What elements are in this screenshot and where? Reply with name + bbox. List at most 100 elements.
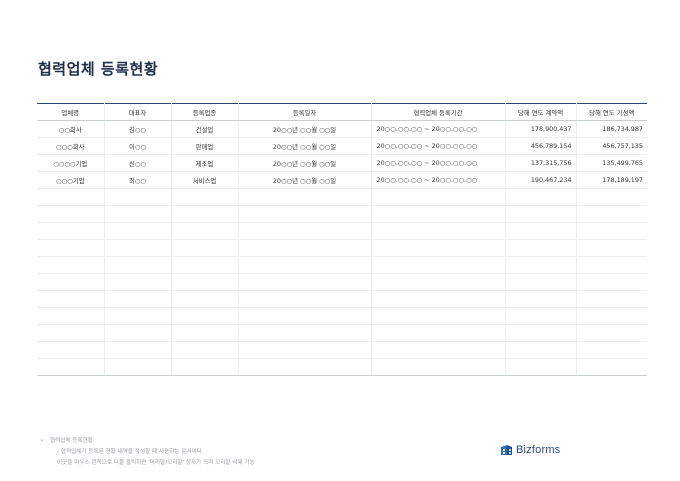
- cell-representative[interactable]: [103, 256, 171, 274]
- cell-company-name[interactable]: [37, 205, 104, 223]
- cell-registration-period[interactable]: [370, 256, 505, 274]
- cell-completed-amount[interactable]: [575, 222, 647, 240]
- cell-completed-amount[interactable]: [575, 205, 647, 223]
- cell-contract-amount[interactable]: 178,900,437: [504, 120, 576, 138]
- cell-representative[interactable]: [103, 239, 171, 257]
- cell-representative[interactable]: 김○○: [103, 120, 171, 138]
- cell-registration-period[interactable]: [370, 273, 505, 291]
- cell-registration-period[interactable]: [370, 307, 505, 325]
- cell-contract-amount[interactable]: [504, 205, 576, 223]
- cell-company-name[interactable]: [37, 307, 104, 325]
- cell-contract-amount[interactable]: 137,315,756: [504, 154, 576, 172]
- cell-registration-period[interactable]: [370, 290, 505, 308]
- cell-company-name[interactable]: [37, 324, 104, 342]
- cell-business-type[interactable]: [170, 290, 238, 308]
- cell-contract-amount[interactable]: [504, 358, 576, 376]
- cell-contract-amount[interactable]: [504, 273, 576, 291]
- cell-business-type[interactable]: [170, 205, 238, 223]
- cell-contract-amount[interactable]: [504, 256, 576, 274]
- cell-company-name[interactable]: ○○○○기업: [37, 154, 104, 172]
- cell-representative[interactable]: [103, 188, 171, 206]
- cell-business-type[interactable]: [170, 341, 238, 359]
- cell-registration-date[interactable]: [237, 256, 371, 274]
- cell-completed-amount[interactable]: [575, 188, 647, 206]
- cell-registration-date[interactable]: [237, 205, 371, 223]
- cell-company-name[interactable]: [37, 273, 104, 291]
- cell-completed-amount[interactable]: [575, 324, 647, 342]
- cell-completed-amount[interactable]: [575, 290, 647, 308]
- cell-representative[interactable]: [103, 341, 171, 359]
- cell-registration-date[interactable]: 20○○년 ○○월 ○○일: [237, 154, 371, 172]
- cell-registration-date[interactable]: 20○○년 ○○월 ○○일: [237, 171, 371, 189]
- cell-contract-amount[interactable]: [504, 239, 576, 257]
- cell-contract-amount[interactable]: [504, 324, 576, 342]
- cell-company-name[interactable]: [37, 188, 104, 206]
- cell-contract-amount[interactable]: [504, 290, 576, 308]
- cell-representative[interactable]: [103, 205, 171, 223]
- cell-completed-amount[interactable]: 186,734,987: [575, 120, 647, 138]
- cell-completed-amount[interactable]: [575, 256, 647, 274]
- cell-business-type[interactable]: [170, 324, 238, 342]
- cell-business-type[interactable]: 건설업: [170, 120, 238, 138]
- cell-company-name[interactable]: ○○○기업: [37, 171, 104, 189]
- note-line-2[interactable]: 이곳을 마우스 왼쪽으로 더블 클릭하면 '머리말/꼬리말' 상자가 뜨며 꼬리…: [40, 458, 255, 469]
- cell-registration-date[interactable]: [237, 188, 371, 206]
- cell-representative[interactable]: [103, 307, 171, 325]
- cell-representative[interactable]: 신○○: [103, 154, 171, 172]
- cell-representative[interactable]: [103, 324, 171, 342]
- cell-company-name[interactable]: [37, 222, 104, 240]
- cell-completed-amount[interactable]: [575, 341, 647, 359]
- cell-representative[interactable]: 최○○: [103, 171, 171, 189]
- cell-representative[interactable]: 이○○: [103, 137, 171, 155]
- cell-business-type[interactable]: [170, 256, 238, 274]
- cell-registration-period[interactable]: [370, 358, 505, 376]
- cell-completed-amount[interactable]: 135,499,765: [575, 154, 647, 172]
- cell-company-name[interactable]: [37, 256, 104, 274]
- cell-business-type[interactable]: [170, 239, 238, 257]
- cell-representative[interactable]: [103, 222, 171, 240]
- cell-registration-period[interactable]: 20○○.○○.○○ ~ 20○○.○○.○○: [370, 154, 505, 172]
- cell-registration-period[interactable]: 20○○.○○.○○ ~ 20○○.○○.○○: [370, 171, 505, 189]
- cell-business-type[interactable]: [170, 358, 238, 376]
- cell-registration-period[interactable]: [370, 222, 505, 240]
- cell-registration-period[interactable]: [370, 324, 505, 342]
- cell-completed-amount[interactable]: [575, 239, 647, 257]
- cell-registration-period[interactable]: [370, 239, 505, 257]
- cell-company-name[interactable]: ○○회사: [37, 120, 104, 138]
- cell-registration-date[interactable]: [237, 239, 371, 257]
- cell-registration-period[interactable]: [370, 188, 505, 206]
- cell-company-name[interactable]: [37, 358, 104, 376]
- cell-registration-date[interactable]: [237, 341, 371, 359]
- cell-business-type[interactable]: [170, 307, 238, 325]
- cell-registration-date[interactable]: 20○○년 ○○월 ○○일: [237, 120, 371, 138]
- cell-business-type[interactable]: 서비스업: [170, 171, 238, 189]
- cell-representative[interactable]: [103, 358, 171, 376]
- cell-registration-period[interactable]: [370, 205, 505, 223]
- cell-contract-amount[interactable]: 190,467,234: [504, 171, 576, 189]
- cell-registration-period[interactable]: [370, 341, 505, 359]
- cell-registration-date[interactable]: [237, 358, 371, 376]
- cell-contract-amount[interactable]: [504, 222, 576, 240]
- cell-contract-amount[interactable]: [504, 188, 576, 206]
- cell-completed-amount[interactable]: 456,757,135: [575, 137, 647, 155]
- cell-registration-date[interactable]: [237, 307, 371, 325]
- cell-business-type[interactable]: 제조업: [170, 154, 238, 172]
- cell-completed-amount[interactable]: [575, 358, 647, 376]
- cell-business-type[interactable]: [170, 222, 238, 240]
- cell-business-type[interactable]: [170, 273, 238, 291]
- cell-completed-amount[interactable]: 178,189,197: [575, 171, 647, 189]
- cell-business-type[interactable]: 판매업: [170, 137, 238, 155]
- cell-representative[interactable]: [103, 273, 171, 291]
- cell-contract-amount[interactable]: [504, 307, 576, 325]
- cell-business-type[interactable]: [170, 188, 238, 206]
- cell-contract-amount[interactable]: [504, 341, 576, 359]
- cell-company-name[interactable]: [37, 341, 104, 359]
- cell-company-name[interactable]: ○○○회사: [37, 137, 104, 155]
- cell-representative[interactable]: [103, 290, 171, 308]
- cell-completed-amount[interactable]: [575, 273, 647, 291]
- cell-registration-date[interactable]: [237, 222, 371, 240]
- cell-registration-period[interactable]: 20○○.○○.○○ ~ 20○○.○○.○○: [370, 120, 505, 138]
- cell-contract-amount[interactable]: 456,789,154: [504, 137, 576, 155]
- cell-registration-date[interactable]: [237, 290, 371, 308]
- cell-registration-period[interactable]: 20○○.○○.○○ ~ 20○○.○○.○○: [370, 137, 505, 155]
